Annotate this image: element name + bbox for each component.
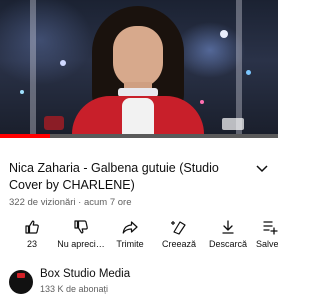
- channel-watermark-logo: [44, 116, 64, 130]
- video-player[interactable]: [0, 0, 278, 138]
- bokeh-light: [60, 60, 66, 66]
- bokeh-light: [220, 30, 228, 38]
- like-button[interactable]: 23: [18, 219, 46, 255]
- channel-name[interactable]: Box Studio Media: [40, 268, 130, 280]
- like-icon: [25, 220, 39, 234]
- share-button[interactable]: Trimite: [112, 219, 148, 255]
- action-bar: 23 Nu apreci… Trimite Creează Descarcă S…: [0, 219, 278, 255]
- save-label: Salve: [256, 239, 278, 249]
- video-watch-page: Nica Zaharia - Galbena gutuie (Studio Co…: [0, 0, 278, 300]
- download-button[interactable]: Descarcă: [207, 219, 249, 255]
- background-light-stripe: [236, 0, 242, 134]
- video-progress-bar[interactable]: [0, 134, 278, 138]
- bokeh-light: [246, 70, 251, 75]
- save-icon: [263, 221, 278, 235]
- singer-shirt: [122, 98, 154, 136]
- channel-row[interactable]: Box Studio Media 133 K de abonați: [0, 268, 278, 298]
- chevron-down-icon[interactable]: [256, 164, 268, 174]
- bokeh-light: [20, 90, 24, 94]
- dislike-label: Nu apreci…: [57, 239, 105, 249]
- channel-avatar[interactable]: [9, 270, 33, 294]
- download-icon: [222, 220, 234, 234]
- create-icon: [171, 221, 186, 235]
- share-icon: [122, 221, 138, 234]
- download-label: Descarcă: [208, 239, 247, 249]
- like-count: 23: [26, 239, 37, 249]
- video-meta[interactable]: 322 de vizionări · acum 7 ore: [9, 197, 132, 208]
- background-light-stripe: [30, 0, 36, 134]
- dislike-icon: [74, 220, 88, 234]
- singer-face: [113, 26, 163, 88]
- bokeh-light: [200, 100, 204, 104]
- video-progress-fill: [0, 134, 51, 138]
- video-overlay-logo: [222, 118, 244, 130]
- video-frame[interactable]: [0, 0, 278, 136]
- video-title-row[interactable]: Nica Zaharia - Galbena gutuie (Studio Co…: [9, 160, 269, 194]
- create-button[interactable]: Creează: [160, 219, 198, 255]
- share-label: Trimite: [116, 239, 144, 249]
- avatar-logo-mark: [17, 273, 25, 278]
- save-button[interactable]: Salve: [256, 219, 278, 255]
- video-title[interactable]: Nica Zaharia - Galbena gutuie (Studio Co…: [9, 160, 245, 194]
- subscriber-count: 133 K de abonați: [40, 284, 109, 294]
- create-label: Creează: [161, 239, 197, 249]
- dislike-button[interactable]: Nu apreci…: [56, 219, 106, 255]
